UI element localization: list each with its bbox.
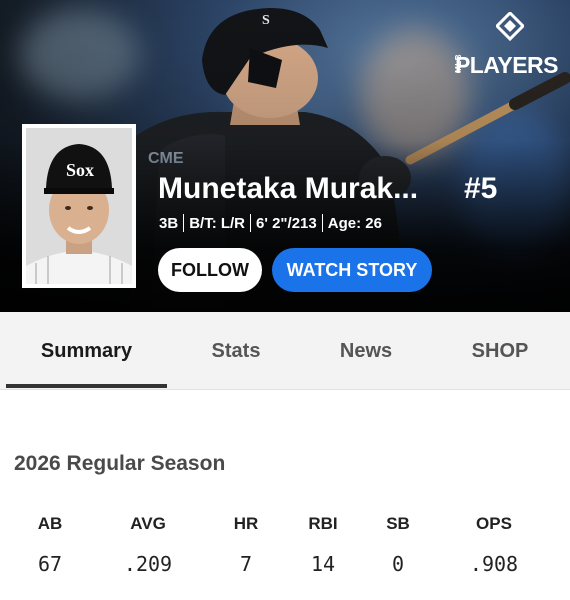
tab-shop[interactable]: SHOP xyxy=(450,312,550,390)
mlb-players-logo[interactable]: MLB PLAYERS xyxy=(428,12,559,78)
stat-value-hr: 7 xyxy=(239,552,253,576)
stat-value-ab: 67 xyxy=(37,552,63,576)
season-title: 2026 Regular Season xyxy=(14,452,226,475)
stat-header-ab: AB xyxy=(37,514,63,533)
player-height-weight: 6' 2"/213 xyxy=(256,214,317,232)
player-position: 3B xyxy=(159,214,179,232)
follow-button[interactable]: FOLLOW xyxy=(158,248,262,292)
stat-value-avg: .209 xyxy=(123,552,173,576)
stat-header-rbi: RBI xyxy=(308,514,338,533)
watch-story-button[interactable]: WATCH STORY xyxy=(272,248,432,292)
tab-news[interactable]: News xyxy=(316,312,416,390)
mlb-players-diamond-icon xyxy=(496,12,524,42)
profile-tabs: Summary Stats News SHOP xyxy=(0,312,570,390)
players-logo-text: PLAYERS xyxy=(454,52,559,78)
player-age: Age: 26 xyxy=(327,214,382,232)
player-hero: S CME MLB PLAYERS xyxy=(0,0,570,312)
tab-summary[interactable]: Summary xyxy=(6,312,167,390)
white-sox-logo: Sox xyxy=(66,160,94,180)
stat-value-rbi: 14 xyxy=(310,552,336,576)
stats-value-row: 67 .209 7 14 0 .908 xyxy=(0,552,570,582)
stat-header-sb: SB xyxy=(386,514,410,533)
tab-stats[interactable]: Stats xyxy=(186,312,286,390)
stats-header-row: AB AVG HR RBI SB OPS xyxy=(0,514,570,544)
stat-header-avg: AVG xyxy=(130,514,166,533)
stat-header-ops: OPS xyxy=(476,514,512,533)
headshot-photo: Sox xyxy=(26,128,132,284)
player-bats-throws: B/T: L/R xyxy=(189,214,246,232)
divider xyxy=(183,214,185,232)
player-headshot: Sox xyxy=(22,124,136,288)
player-number: #5 xyxy=(464,172,498,205)
divider xyxy=(250,214,252,232)
stat-value-ops: .908 xyxy=(469,552,519,576)
divider xyxy=(321,214,323,232)
player-bio: 3B B/T: L/R 6' 2"/213 Age: 26 xyxy=(159,214,382,232)
stat-value-sb: 0 xyxy=(391,552,405,576)
stat-header-hr: HR xyxy=(233,514,259,533)
player-name: Munetaka Murak... xyxy=(158,172,419,205)
active-tab-indicator xyxy=(6,384,167,388)
